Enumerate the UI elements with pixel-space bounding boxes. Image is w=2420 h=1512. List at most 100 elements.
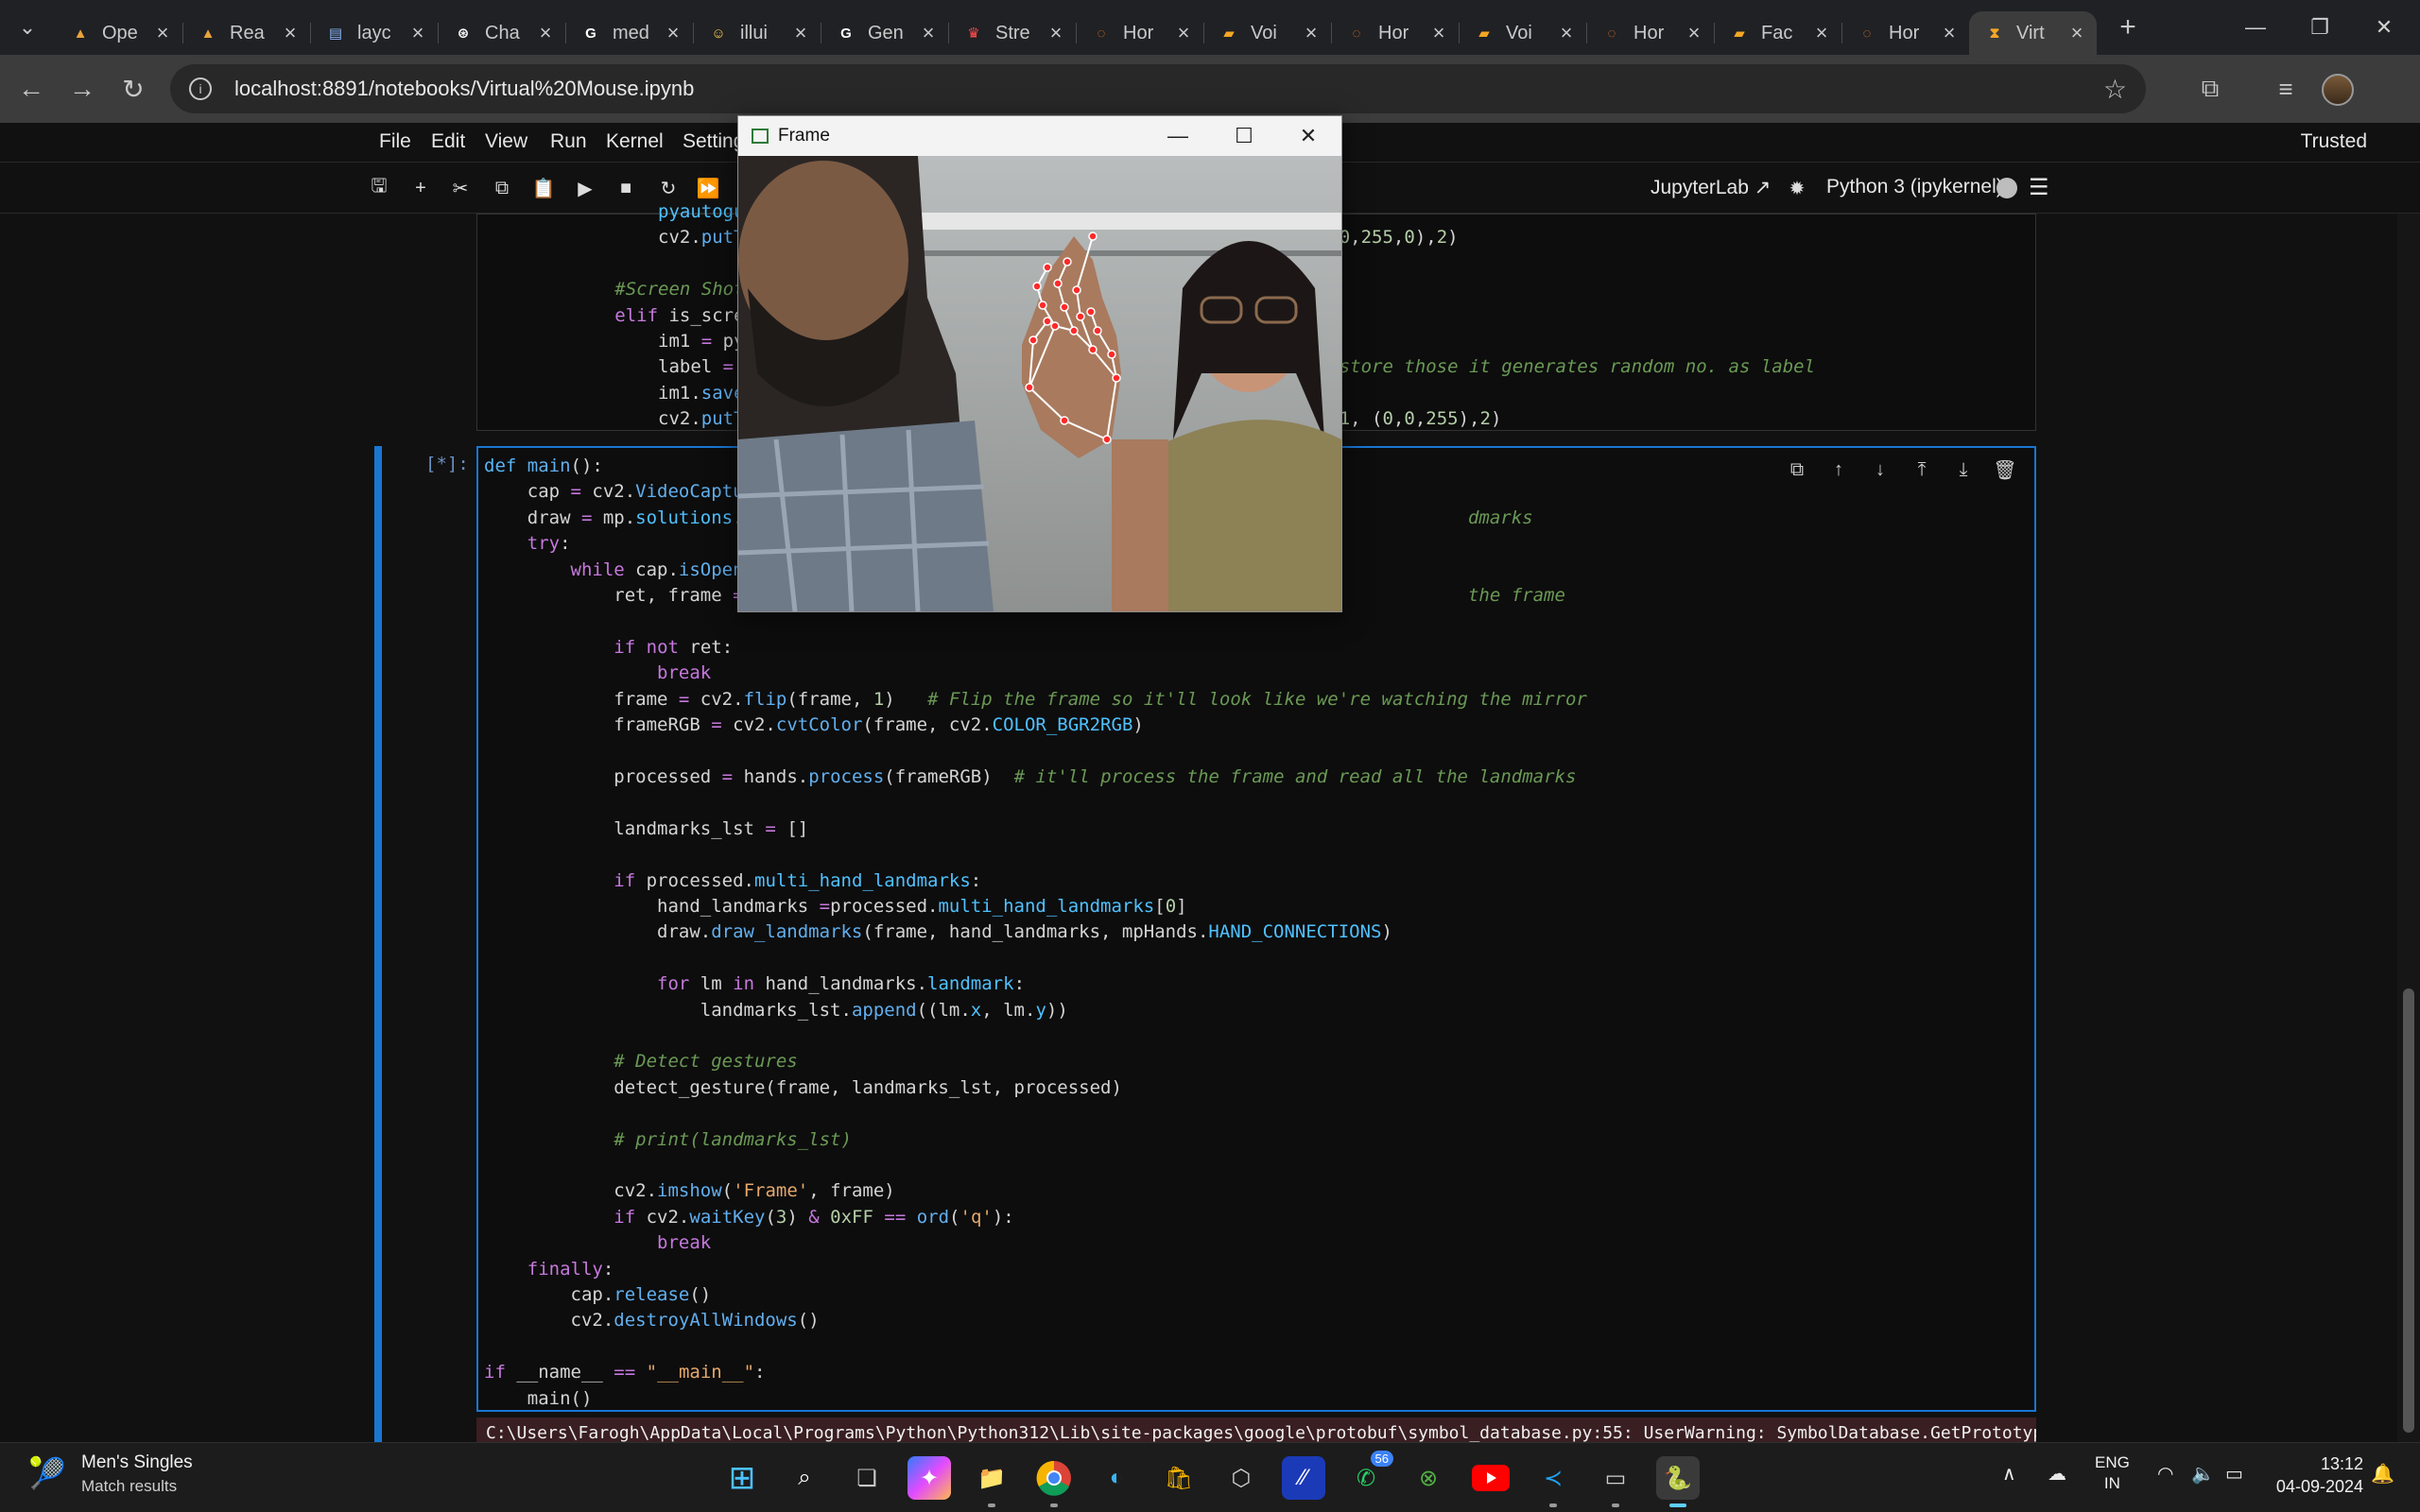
menu-settings[interactable]: Setting <box>683 130 744 153</box>
tab-close-icon[interactable]: × <box>1939 21 1960 45</box>
browser-tab[interactable]: ☺ illui × <box>693 11 821 55</box>
minimize-button[interactable]: — <box>2220 0 2291 55</box>
delete-cell-icon[interactable]: 🗑 <box>1993 457 2017 482</box>
tab-close-icon[interactable]: × <box>1811 21 1832 45</box>
browser-tab[interactable]: ▰ Fac × <box>1714 11 1841 55</box>
browser-tab[interactable]: ▲ Rea × <box>182 11 310 55</box>
extensions-icon[interactable]: ⧉ <box>2189 68 2231 110</box>
python-button[interactable]: 🐍 <box>1656 1456 1700 1507</box>
back-button[interactable]: ← <box>6 63 57 114</box>
restore-button[interactable]: ❐ <box>2284 0 2356 55</box>
frame-maximize-button[interactable]: ☐ <box>1211 116 1277 156</box>
menu-kernel[interactable]: Kernel <box>606 130 664 153</box>
start-button[interactable]: ⊞ <box>720 1456 764 1500</box>
restart-icon[interactable]: ↻ <box>654 174 683 202</box>
notifications-icon[interactable]: 🔔 <box>2371 1462 2394 1486</box>
chrome-button[interactable] <box>1032 1456 1076 1507</box>
tab-close-icon[interactable]: × <box>918 21 939 45</box>
browser-tab[interactable]: ♛ Stre × <box>948 11 1076 55</box>
language-indicator[interactable]: ENG IN <box>2095 1452 2130 1494</box>
bookmark-star-icon[interactable]: ☆ <box>2103 74 2127 105</box>
xbox-button[interactable]: ⊗ <box>1407 1456 1450 1500</box>
terminal-button[interactable]: ▭ <box>1594 1456 1637 1507</box>
menu-view[interactable]: View <box>485 130 527 153</box>
tray-overflow-icon[interactable]: ∧ <box>2002 1462 2016 1486</box>
url-text[interactable]: localhost:8891/notebooks/Virtual%20Mouse… <box>234 77 694 101</box>
tab-close-icon[interactable]: × <box>1556 21 1577 45</box>
browser-tab[interactable]: ▤ layc × <box>310 11 438 55</box>
browser-tab[interactable]: Gmed × <box>565 11 693 55</box>
tab-search-button[interactable]: ⌄ <box>0 0 55 55</box>
tab-close-icon[interactable]: × <box>1046 21 1066 45</box>
hamburger-menu-icon[interactable]: ☰ <box>2029 174 2049 201</box>
vscode-button[interactable]: ≺ <box>1531 1456 1575 1507</box>
stop-icon[interactable]: ■ <box>612 174 640 202</box>
copy-icon[interactable]: ⧉ <box>488 174 516 202</box>
browser-tab[interactable]: ◌ Hor × <box>1076 11 1203 55</box>
browser-tab[interactable]: ▲ Ope × <box>55 11 182 55</box>
tab-close-icon[interactable]: × <box>152 21 173 45</box>
browser-tab[interactable]: ◌ Hor × <box>1841 11 1969 55</box>
insert-below-icon[interactable]: ⤓ <box>1951 457 1976 482</box>
battery-icon[interactable]: ▭ <box>2225 1462 2243 1486</box>
frame-minimize-button[interactable]: — <box>1145 116 1211 156</box>
forward-button[interactable]: → <box>57 63 108 114</box>
browser-tab[interactable]: ▰ Voi × <box>1459 11 1586 55</box>
browser-tab[interactable]: ▰ Voi × <box>1203 11 1331 55</box>
add-cell-icon[interactable]: + <box>406 174 435 202</box>
move-up-icon[interactable]: ↑ <box>1826 457 1851 482</box>
copilot-button[interactable]: ✦ <box>908 1456 951 1500</box>
wifi-icon[interactable]: ◠ <box>2157 1462 2173 1486</box>
browser-tab[interactable]: ⊛ Cha × <box>438 11 565 55</box>
tab-close-icon[interactable]: × <box>790 21 811 45</box>
widgets-button[interactable]: 🎾 Men's Singles Match results <box>28 1452 193 1496</box>
frame-close-button[interactable]: ✕ <box>1275 116 1341 156</box>
system-clock[interactable]: 13:12 04-09-2024 <box>2269 1452 2363 1498</box>
menu-edit[interactable]: Edit <box>431 130 465 153</box>
omnibox[interactable]: i localhost:8891/notebooks/Virtual%20Mou… <box>170 64 2146 113</box>
youtube-button[interactable] <box>1469 1456 1512 1500</box>
task-view-button[interactable]: ❏ <box>845 1456 889 1500</box>
frame-window[interactable]: Frame — ☐ ✕ <box>737 115 1342 612</box>
debugger-icon[interactable]: ✹ <box>1783 174 1811 202</box>
trusted-indicator[interactable]: Trusted <box>2301 130 2367 153</box>
edge-button[interactable]: ◐ <box>1095 1456 1138 1500</box>
browser-tab[interactable]: G Gen × <box>821 11 948 55</box>
tab-close-icon[interactable]: × <box>535 21 556 45</box>
duplicate-cell-icon[interactable]: ⧉ <box>1785 457 1809 482</box>
run-icon[interactable]: ▶ <box>571 174 599 202</box>
tab-close-icon[interactable]: × <box>663 21 683 45</box>
tab-close-icon[interactable]: × <box>280 21 301 45</box>
frame-titlebar[interactable]: Frame — ☐ ✕ <box>738 116 1341 156</box>
volume-icon[interactable]: 🔈 <box>2191 1462 2215 1486</box>
kernel-name[interactable]: Python 3 (ipykernel) <box>1826 176 2003 198</box>
tab-close-icon[interactable]: × <box>2066 21 2087 45</box>
file-explorer-button[interactable]: 📁 <box>970 1456 1013 1507</box>
whatsapp-button[interactable]: ✆ 56 <box>1344 1451 1393 1500</box>
menu-run[interactable]: Run <box>550 130 587 153</box>
media-controls-icon[interactable]: ≡ <box>2265 68 2307 110</box>
tab-close-icon[interactable]: × <box>1301 21 1322 45</box>
cut-icon[interactable]: ✂ <box>446 174 475 202</box>
new-tab-button[interactable]: + <box>2106 11 2150 43</box>
browser-tab[interactable]: ⧗ Virt × <box>1969 11 2097 55</box>
search-button[interactable]: ⌕ <box>783 1456 826 1500</box>
menu-file[interactable]: File <box>379 130 411 153</box>
store-button[interactable]: 🛍 <box>1157 1456 1201 1500</box>
jupyterlab-link[interactable]: JupyterLab ↗ <box>1651 176 1771 199</box>
unity-button[interactable]: ⬡ <box>1219 1456 1263 1500</box>
tab-close-icon[interactable]: × <box>407 21 428 45</box>
close-window-button[interactable]: ✕ <box>2348 0 2420 55</box>
paste-icon[interactable]: 📋 <box>529 174 558 202</box>
insert-above-icon[interactable]: ⤒ <box>1910 457 1934 482</box>
restart-run-all-icon[interactable]: ⏩ <box>694 174 722 202</box>
tab-close-icon[interactable]: × <box>1173 21 1194 45</box>
tab-close-icon[interactable]: × <box>1428 21 1449 45</box>
reload-button[interactable]: ↻ <box>108 63 159 114</box>
notebook-scrollbar[interactable] <box>2397 214 2420 1442</box>
save-icon[interactable]: 🖫 <box>365 174 393 202</box>
tab-close-icon[interactable]: × <box>1684 21 1704 45</box>
site-info-icon[interactable]: i <box>189 77 212 100</box>
browser-tab[interactable]: ◌ Hor × <box>1331 11 1459 55</box>
scrollbar-thumb[interactable] <box>2403 988 2414 1433</box>
